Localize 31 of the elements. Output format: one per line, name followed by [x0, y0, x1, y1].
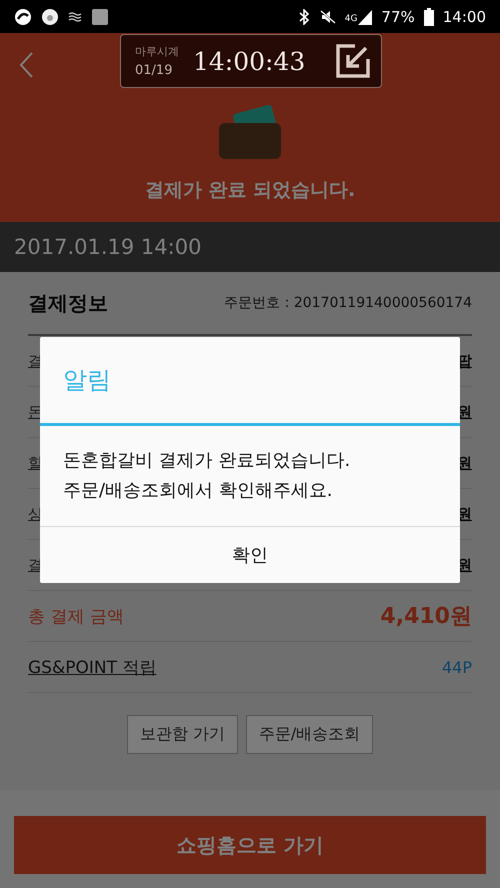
network-label: 4G [344, 14, 358, 24]
section-title: 결제정보 [28, 290, 108, 316]
mute-icon [320, 10, 336, 24]
points-value: 44P [442, 658, 472, 676]
battery-percent: 77% [381, 8, 415, 26]
widget-time: 14:00:43 [193, 46, 306, 76]
back-icon[interactable] [18, 51, 34, 79]
status-time: 14:00 [442, 8, 486, 26]
completion-message: 결제가 완료 되었습니다. [144, 178, 356, 203]
dialog-message: 돈혼합갈비 결제가 완료되었습니다. 주문/배송조회에서 확인해주세요. [40, 426, 460, 527]
widget-date: 01/19 [135, 63, 174, 78]
order-number: 주문번호 : 20170119140000560174 [224, 294, 472, 312]
widget-name: 마루시계 [135, 44, 179, 59]
dialog-title: 알림 [40, 337, 460, 426]
total-label: 총 결제 금액 [28, 606, 124, 628]
bluetooth-icon [296, 8, 311, 24]
battery-icon [424, 8, 434, 26]
signal-icon [358, 8, 372, 24]
wallet-icon [217, 105, 283, 161]
app-icon [41, 8, 59, 26]
payment-date: 2017.01.19 14:00 [14, 235, 202, 259]
action-button[interactable]: 보관함 가기 [126, 715, 238, 754]
app-icon [14, 8, 32, 26]
confirm-button[interactable]: 확인 [40, 527, 460, 583]
wave-icon [68, 10, 82, 22]
total-amount: 4,410원 [380, 603, 472, 631]
image-icon [91, 8, 109, 26]
popout-icon[interactable] [335, 43, 371, 79]
action-button[interactable]: 주문/배송조회 [246, 715, 374, 754]
shopping-home-button[interactable]: 쇼핑홈으로 가기 [14, 816, 486, 874]
points-link[interactable]: GS&POINT 적립 [28, 656, 156, 678]
